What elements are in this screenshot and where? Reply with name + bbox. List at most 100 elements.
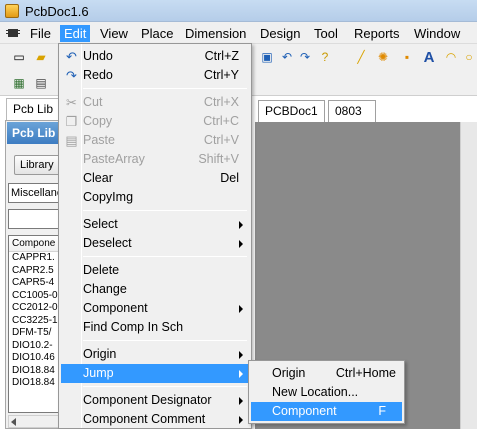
menu-item-label: PasteArray (83, 152, 145, 166)
vertical-scrollbar[interactable] (460, 122, 477, 429)
menu-item-shortcut: Ctrl+X (203, 95, 239, 109)
menu-reports[interactable]: Reports (350, 25, 404, 42)
chip-icon (6, 29, 20, 37)
menu-item-cut[interactable]: ✂ Cut Ctrl+X (61, 93, 249, 112)
menu-design[interactable]: Design (256, 25, 304, 42)
menu-item-shortcut: F (378, 404, 386, 418)
arc-icon[interactable]: ◠ (442, 48, 460, 66)
save-icon[interactable]: ▣ (258, 48, 276, 66)
menu-item-label: Find Comp In Sch (83, 320, 184, 334)
menu-view[interactable]: View (96, 25, 132, 42)
menu-item-label: Deselect (83, 236, 132, 250)
component-icon[interactable]: ▦ (10, 74, 28, 92)
submenu-arrow-icon (239, 370, 243, 378)
undo-icon: ↶ (66, 49, 77, 64)
menu-item-label: Component Comment (83, 412, 206, 426)
menu-dimension[interactable]: Dimension (181, 25, 250, 42)
text-icon[interactable]: A (420, 48, 438, 66)
menu-item-label: Jump (83, 366, 114, 380)
menu-item-label: Select (83, 217, 118, 231)
menu-separator (83, 340, 247, 341)
menu-item-shortcut: Shift+V (198, 152, 239, 166)
submenu-arrow-icon (239, 305, 243, 313)
menu-item-shortcut: Ctrl+Z (204, 49, 239, 63)
submenu-arrow-icon (239, 351, 243, 359)
line-icon[interactable]: ╱ (352, 48, 370, 66)
menu-item-label: Undo (83, 49, 113, 63)
menu-item-clear[interactable]: Clear Del (61, 169, 249, 188)
submenu-arrow-icon (239, 221, 243, 229)
menu-item-component-comment[interactable]: Component Comment (61, 410, 249, 429)
tab-pcbdoc1[interactable]: PCBDoc1 (258, 100, 325, 122)
pad-icon[interactable]: ✺ (374, 48, 392, 66)
open-folder-icon[interactable]: ▰ (32, 48, 50, 66)
menu-item-component[interactable]: Component (61, 299, 249, 318)
menu-item-jump[interactable]: Jump (61, 364, 249, 383)
board-icon[interactable]: ▤ (32, 74, 50, 92)
menu-item-label: Change (83, 282, 127, 296)
menu-item-undo[interactable]: ↶ Undo Ctrl+Z (61, 47, 249, 66)
menu-item-pastearray[interactable]: PasteArray Shift+V (61, 150, 249, 169)
menu-item-shortcut: Ctrl+Home (335, 366, 396, 380)
menu-item-copyimg[interactable]: CopyImg (61, 188, 249, 207)
pcb-lib-tab[interactable]: Pcb Lib (6, 98, 66, 120)
menu-item-find-comp-in-sch[interactable]: Find Comp In Sch (61, 318, 249, 337)
menu-item-label: Redo (83, 68, 113, 82)
menu-place[interactable]: Place (137, 25, 178, 42)
submenu-item-new-location[interactable]: New Location... (251, 383, 402, 402)
menu-item-component-designator[interactable]: Component Designator (61, 391, 249, 410)
menu-bar: File Edit View Place Dimension Design To… (0, 22, 477, 44)
menu-item-select[interactable]: Select (61, 215, 249, 234)
menu-item-deselect[interactable]: Deselect (61, 234, 249, 253)
menu-item-shortcut: Del (220, 171, 239, 185)
submenu-arrow-icon (239, 240, 243, 248)
menu-item-paste[interactable]: ▤ Paste Ctrl+V (61, 131, 249, 150)
menu-item-change[interactable]: Change (61, 280, 249, 299)
menu-item-redo[interactable]: ↷ Redo Ctrl+Y (61, 66, 249, 85)
menu-item-label: Paste (83, 133, 115, 147)
menu-item-origin[interactable]: Origin (61, 345, 249, 364)
menu-item-label: Origin (83, 347, 117, 361)
help-icon[interactable]: ? (316, 48, 334, 66)
edit-menu: ↶ Undo Ctrl+Z ↷ Redo Ctrl+Y ✂ Cut Ctrl+X… (58, 43, 252, 429)
app-icon (5, 4, 19, 18)
cut-icon: ✂ (66, 95, 77, 110)
via-icon[interactable]: ▪ (398, 48, 416, 66)
tab-0803[interactable]: 0803 (328, 100, 376, 122)
menu-tool[interactable]: Tool (310, 25, 342, 42)
menu-window[interactable]: Window (410, 25, 464, 42)
menu-item-shortcut: Ctrl+V (203, 133, 239, 147)
copy-icon: ❐ (65, 114, 78, 129)
menu-item-delete[interactable]: Delete (61, 261, 249, 280)
undo-icon[interactable]: ↶ (278, 48, 296, 66)
menu-item-shortcut: Ctrl+Y (203, 68, 239, 82)
menu-item-copy[interactable]: ❐ Copy Ctrl+C (61, 112, 249, 131)
menu-separator (83, 256, 247, 257)
menu-item-label: Component (83, 301, 148, 315)
menu-item-label: Component (272, 404, 337, 418)
window-title: PcbDoc1.6 (25, 4, 89, 19)
paste-icon: ▤ (65, 133, 78, 148)
submenu-item-component[interactable]: Component F (251, 402, 402, 421)
redo-icon[interactable]: ↷ (296, 48, 314, 66)
menu-item-label: Cut (83, 95, 103, 109)
menu-item-label: Origin (272, 366, 306, 380)
menu-file[interactable]: File (26, 25, 55, 42)
submenu-arrow-icon (239, 416, 243, 424)
submenu-arrow-icon (239, 397, 243, 405)
menu-separator (83, 88, 247, 89)
redo-icon: ↷ (66, 68, 77, 83)
menu-item-shortcut: Ctrl+C (203, 114, 239, 128)
submenu-item-origin[interactable]: Origin Ctrl+Home (251, 364, 402, 383)
menu-item-label: CopyImg (83, 190, 134, 204)
menu-edit[interactable]: Edit (60, 25, 91, 42)
menu-item-label: Component Designator (83, 393, 212, 407)
circle-icon[interactable]: ○ (460, 48, 477, 66)
new-file-icon[interactable]: ▭ (10, 48, 28, 66)
menu-item-label: New Location... (272, 385, 359, 399)
menu-separator (83, 210, 247, 211)
menu-item-label: Delete (83, 263, 120, 277)
scroll-left-icon[interactable] (11, 418, 16, 426)
menu-item-label: Copy (83, 114, 113, 128)
jump-submenu: Origin Ctrl+Home New Location... Compone… (248, 360, 405, 424)
